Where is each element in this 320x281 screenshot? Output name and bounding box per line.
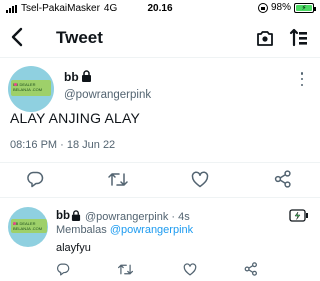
avatar-text: BB DEALER BELANJA .COM (11, 80, 51, 96)
more-icon[interactable] (300, 72, 304, 86)
reply-avatar-text: BB DEALER BELANJA .COM (11, 219, 47, 233)
reply-handle-time: @powrangerpink · 4s (85, 211, 190, 223)
reply-avatar[interactable]: BB DEALER BELANJA .COM (8, 207, 48, 247)
divider (0, 197, 320, 198)
reply-time: · 4s (171, 211, 190, 223)
status-right: 98% ⚡ (257, 2, 316, 13)
page-title: Tweet (56, 28, 103, 47)
status-bar: Tsel-PakaiMasker 4G 20.16 98% ⚡ (0, 0, 320, 18)
battery-percent: 98% (270, 2, 291, 13)
avatar[interactable]: BB DEALER BELANJA .COM (8, 66, 54, 112)
tweet-text: ALAY ANJING ALAY (10, 110, 141, 126)
retweet-icon[interactable] (107, 171, 129, 188)
replying-to-label: Membalas (56, 224, 107, 236)
reply-icon[interactable] (26, 171, 44, 188)
camera-icon[interactable] (256, 29, 274, 47)
reply-author-name[interactable]: bb (56, 210, 70, 222)
reply-author-handle[interactable]: @powrangerpink (85, 211, 168, 223)
back-arrow-icon[interactable] (8, 26, 28, 48)
orientation-lock-icon (257, 2, 268, 13)
reply-icon[interactable] (56, 263, 70, 276)
like-icon[interactable] (183, 263, 197, 276)
author-name[interactable]: bb (64, 70, 79, 84)
divider (0, 162, 320, 163)
battery-icon: ⚡ (294, 2, 316, 13)
tweet-timestamp: 08:16 PM · 18 Jun 22 (10, 139, 116, 151)
lock-icon (71, 210, 81, 221)
like-icon[interactable] (191, 171, 209, 188)
reply-text: alayfyu (56, 242, 91, 254)
replying-to: Membalas @powrangerpink (56, 224, 193, 236)
author-handle[interactable]: @powrangerpink (64, 89, 151, 101)
sort-icon[interactable] (289, 28, 309, 48)
share-icon[interactable] (274, 170, 292, 188)
lock-icon (82, 70, 91, 82)
retweet-icon[interactable] (117, 263, 134, 276)
share-icon[interactable] (244, 262, 258, 276)
more-icon[interactable] (289, 209, 311, 222)
replying-to-handle[interactable]: @powrangerpink (110, 224, 193, 236)
nav-bar: Tweet (0, 18, 320, 58)
